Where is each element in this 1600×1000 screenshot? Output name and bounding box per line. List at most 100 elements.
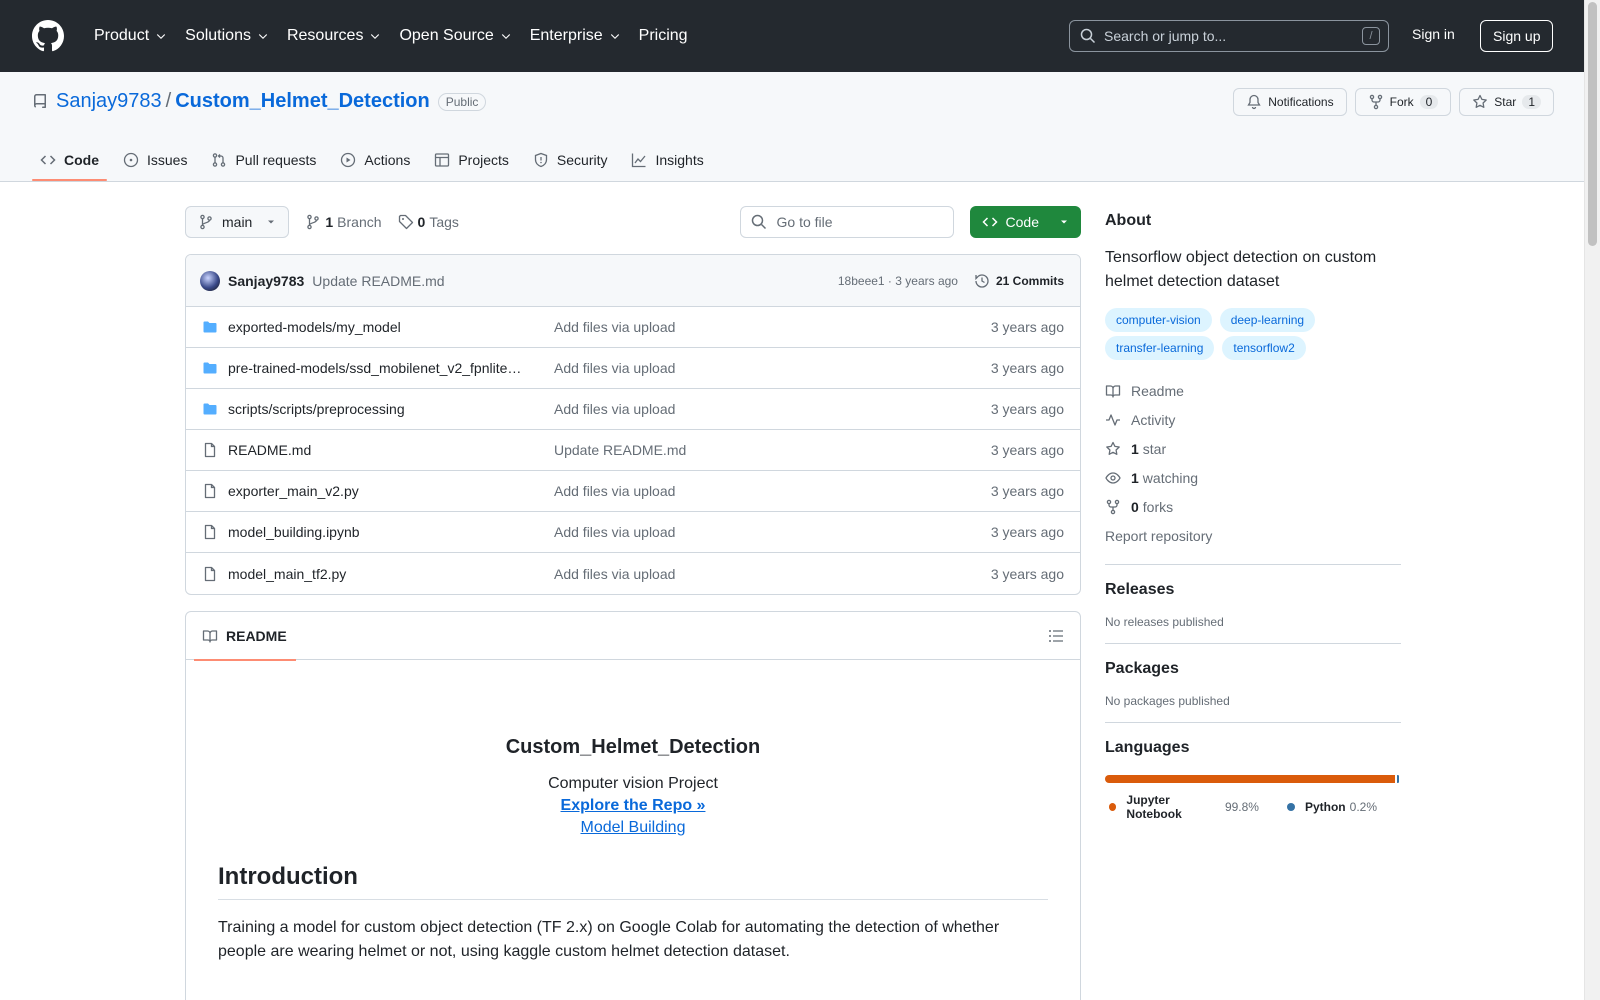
star-button[interactable]: Star 1 [1459,88,1554,116]
tag-icon [398,214,413,230]
commit-author-link[interactable]: Sanjay9783 [228,273,304,289]
github-logo-icon[interactable] [32,20,64,52]
tab-actions[interactable]: Actions [332,140,418,180]
code-dropdown-button[interactable]: Code [969,206,1081,238]
tab-insights[interactable]: Insights [623,140,711,180]
readme-tab[interactable]: README [194,612,296,661]
packages-heading[interactable]: Packages [1105,660,1179,677]
nav-open-source[interactable]: Open Source [391,27,519,45]
topic-tag[interactable]: transfer-learning [1105,336,1215,360]
file-commit-message-link[interactable]: Update README.md [554,442,991,458]
search-input[interactable]: Search or jump to... / [1069,20,1389,52]
tab-security-label: Security [556,152,608,168]
file-type-icon [202,566,218,582]
stars-link[interactable]: 1 star [1105,434,1401,463]
languages-heading: Languages [1105,739,1190,756]
commit-message-link[interactable]: Update README.md [312,273,444,289]
branch-select-button[interactable]: main [185,206,290,238]
tab-pull-requests[interactable]: Pull requests [203,140,324,180]
nav-product[interactable]: Product [86,27,175,45]
repo-icon [33,93,46,108]
file-name-link[interactable]: README.md [228,442,546,458]
tags-link[interactable]: 0 Tags [398,214,459,230]
top-nav: Product Solutions Resources Open Source … [86,27,698,45]
table-row[interactable]: exported-models/my_model Add files via up… [186,307,1080,348]
file-commit-message-link[interactable]: Add files via upload [554,360,991,376]
packages-empty-text: No packages published [1105,694,1230,708]
language-item-python[interactable]: Python 0.2% [1283,793,1377,821]
table-row[interactable]: model_building.ipynb Add files via upload… [186,512,1080,553]
table-row[interactable]: README.md Update README.md 3 years ago [186,430,1080,471]
file-commit-message-link[interactable]: Add files via upload [554,319,991,335]
releases-section: Releases No releases published [1105,581,1401,629]
page-scrollbar[interactable] [1584,0,1600,1000]
about-description: Tensorflow object detection on custom he… [1105,249,1377,290]
fork-icon [1106,499,1120,514]
nav-resources[interactable]: Resources [279,27,389,45]
go-to-file-input[interactable]: Go to file [739,206,954,238]
file-date: 3 years ago [990,319,1064,335]
explore-repo-link[interactable]: Explore the Repo » [561,797,706,815]
file-commit-message-link[interactable]: Add files via upload [554,566,991,582]
table-row[interactable]: exporter_main_v2.py Add files via upload 3… [186,471,1080,512]
topic-tag[interactable]: computer-vision [1105,308,1212,332]
fork-button[interactable]: Fork 0 [1354,88,1452,116]
file-name-link[interactable]: pre-trained-models/ssd_mobilenet_v2_fpnl… [228,360,546,376]
repo-title: Sanjay9783 / Custom_Helmet_Detection Pub… [32,90,487,113]
report-repository-link[interactable]: Report repository [1105,521,1401,550]
branch-icon [307,214,320,230]
repo-owner-link[interactable]: Sanjay9783 [56,90,162,113]
language-item-jupyter[interactable]: Jupyter Notebook 99.8% [1105,793,1259,821]
file-commit-message-link[interactable]: Add files via upload [554,401,991,417]
readme-body: Custom_Helmet_Detection Computer vision … [186,736,1080,964]
code-button-label: Code [1005,214,1039,230]
sign-in-link[interactable]: Sign in [1412,26,1455,42]
scrollbar-thumb[interactable] [1588,2,1597,246]
sign-up-button[interactable]: Sign up [1480,20,1554,52]
file-name-link[interactable]: exporter_main_v2.py [228,483,546,499]
tab-insights-label: Insights [655,152,704,168]
divider [1105,722,1401,723]
releases-heading[interactable]: Releases [1105,581,1174,598]
table-row[interactable]: scripts/scripts/preprocessing Add files v… [186,389,1080,430]
file-icon [204,442,216,458]
nav-enterprise-label: Enterprise [529,27,603,44]
forks-label: forks [1142,498,1174,515]
nav-solutions[interactable]: Solutions [177,27,277,45]
topic-tag[interactable]: deep-learning [1219,308,1316,332]
topic-tag[interactable]: tensorflow2 [1222,336,1306,360]
nav-enterprise[interactable]: Enterprise [522,27,629,45]
divider [1105,564,1401,565]
model-building-link[interactable]: Model Building [581,819,686,837]
forks-link[interactable]: 0 forks [1105,492,1401,521]
table-row[interactable]: model_main_tf2.py Add files via upload 3 y… [186,553,1080,594]
file-name-link[interactable]: model_main_tf2.py [228,566,546,582]
avatar[interactable] [200,270,220,291]
branches-link[interactable]: 1 Branch [305,214,382,230]
notifications-button[interactable]: Notifications [1233,88,1347,116]
file-commit-message-link[interactable]: Add files via upload [554,524,991,540]
nav-pricing-label: Pricing [638,27,688,44]
file-icon [204,566,216,581]
file-name-link[interactable]: model_building.ipynb [228,524,546,540]
table-row[interactable]: pre-trained-models/ssd_mobilenet_v2_fpnl… [186,348,1080,389]
file-name-link[interactable]: exported-models/my_model [228,319,546,335]
tab-security[interactable]: Security [525,140,616,180]
readme-link[interactable]: Readme [1105,376,1401,405]
watchers-link[interactable]: 1 watching [1105,463,1401,492]
nav-pricing[interactable]: Pricing [631,27,696,45]
language-name: Python [1304,800,1346,814]
tab-code[interactable]: Code [32,140,107,181]
commits-link[interactable]: 21 Commits [974,273,1064,289]
tab-projects[interactable]: Projects [426,140,517,180]
tab-issues[interactable]: Issues [115,140,195,180]
activity-link[interactable]: Activity [1105,405,1401,434]
file-name-link[interactable]: scripts/scripts/preprocessing [228,401,546,417]
code-icon [981,217,998,227]
list-outline-icon[interactable] [1048,628,1064,644]
repo-name-link[interactable]: Custom_Helmet_Detection [175,90,430,113]
chevron-down-icon [258,34,268,40]
folder-icon [203,321,217,333]
commit-meta[interactable]: 18beee1 · 3 years ago [838,274,958,288]
file-commit-message-link[interactable]: Add files via upload [554,483,991,499]
